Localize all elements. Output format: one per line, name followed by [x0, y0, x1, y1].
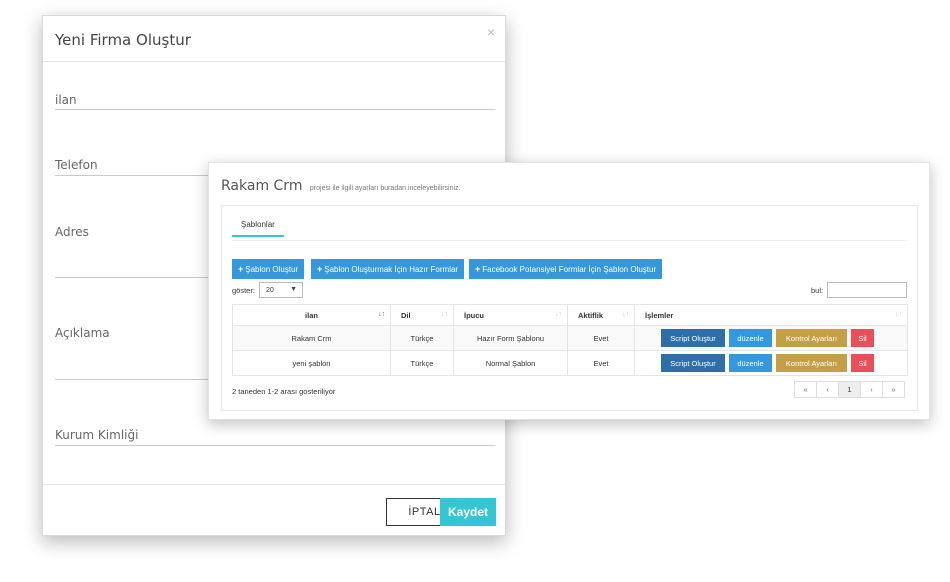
sort-icon: ↓↑	[895, 311, 902, 318]
panel-subtitle: projesi ile ilgili ayarları buradan ince…	[309, 185, 461, 192]
page-size-select[interactable]: 20 ▼	[259, 282, 303, 298]
ready-forms-button[interactable]: + Şablon Oluşturmak İçin Hazır Formlar	[311, 259, 465, 279]
delete-button[interactable]: Sil	[851, 329, 874, 347]
search-input[interactable]	[827, 282, 907, 298]
panel-title: Rakam Crm	[221, 178, 303, 194]
address-field-label: Adres	[55, 225, 89, 239]
tab-divider	[232, 240, 907, 241]
page-size-label: göster:	[232, 286, 255, 295]
column-header-ilan[interactable]: ilan ↓↑	[232, 304, 391, 326]
delete-button[interactable]: Sil	[851, 354, 874, 372]
table-header-row: ilan ↓↑ Dil ↓↑ İpucu ↓↑ Aktiflik ↓↑ İşle…	[232, 304, 908, 326]
search-label: bul:	[811, 286, 824, 295]
column-label: İşlemler	[645, 310, 674, 320]
create-script-button[interactable]: Script Oluştur	[661, 329, 725, 347]
cell-aktiflik: Evet	[567, 350, 635, 376]
description-field-label: Açıklama	[55, 326, 110, 340]
facebook-forms-button[interactable]: + Facebook Potansiyel Formlar İçin Şablo…	[469, 259, 663, 279]
institution-id-field-label: Kurum Kimliği	[55, 428, 139, 442]
first-page-button[interactable]: «	[794, 381, 817, 398]
phone-field-label: Telefon	[55, 158, 98, 172]
save-button[interactable]: Kaydet	[440, 498, 496, 526]
edit-button[interactable]: düzenle	[729, 354, 772, 372]
cell-actions: Script Oluştur düzenle Kontrol Ayarları …	[634, 350, 908, 376]
institution-id-field[interactable]: Kurum Kimliği	[55, 424, 495, 446]
panel-body: Şablonlar + Şablon Oluştur + Şablon Oluş…	[221, 205, 918, 411]
facebook-forms-label: Facebook Potansiyel Formlar İçin Şablon …	[482, 264, 657, 274]
create-template-label: Şablon Oluştur	[245, 264, 299, 274]
page-size-value: 20	[266, 286, 274, 294]
next-page-button[interactable]: ›	[860, 381, 883, 398]
sort-asc-icon: ↓↑	[378, 311, 385, 318]
cell-dil: Türkçe	[390, 325, 454, 351]
templates-panel: Rakam Crm projesi ile ilgili ayarları bu…	[208, 162, 930, 420]
column-header-islemler[interactable]: İşlemler ↓↑	[634, 304, 908, 326]
cell-ilan: yeni şablon	[232, 350, 391, 376]
close-icon[interactable]: ×	[487, 24, 495, 40]
page-1-button[interactable]: 1	[838, 381, 861, 398]
control-settings-button[interactable]: Kontrol Ayarları	[776, 354, 847, 372]
column-header-dil[interactable]: Dil ↓↑	[390, 304, 454, 326]
cell-ilan: Rakam Crm	[232, 325, 391, 351]
create-script-button[interactable]: Script Oluştur	[661, 354, 725, 372]
plus-icon: +	[317, 264, 323, 274]
panel-header: Rakam Crm projesi ile ilgili ayarları bu…	[221, 177, 460, 195]
previous-page-button[interactable]: ‹	[816, 381, 839, 398]
cell-aktiflik: Evet	[567, 325, 635, 351]
table-row: yeni şablon Türkçe Normal Şablon Evet Sc…	[232, 350, 908, 376]
pagination: « ‹ 1 › »	[794, 381, 905, 398]
modal-title: Yeni Firma Oluştur	[55, 31, 191, 49]
cell-ipucu: Hazır Form Şablonu	[453, 325, 568, 351]
edit-button[interactable]: düzenle	[729, 329, 772, 347]
cell-actions: Script Oluştur düzenle Kontrol Ayarları …	[634, 325, 908, 351]
control-settings-button[interactable]: Kontrol Ayarları	[776, 329, 847, 347]
plus-icon: +	[475, 264, 481, 274]
column-label: ilan	[305, 310, 318, 320]
column-label: Dil	[401, 310, 411, 320]
sort-icon: ↓↑	[555, 311, 562, 318]
column-label: İpucu	[464, 310, 484, 320]
table-row: Rakam Crm Türkçe Hazır Form Şablonu Evet…	[232, 325, 908, 351]
ilan-field-label: ilan	[55, 93, 77, 107]
chevron-down-icon: ▼	[290, 286, 297, 293]
cell-dil: Türkçe	[390, 350, 454, 376]
column-header-aktiflik[interactable]: Aktiflik ↓↑	[567, 304, 635, 326]
modal-footer-divider	[43, 484, 505, 485]
tab-templates[interactable]: Şablonlar	[232, 220, 284, 237]
create-template-button[interactable]: + Şablon Oluştur	[232, 259, 305, 279]
plus-icon: +	[238, 264, 244, 274]
column-header-ipucu[interactable]: İpucu ↓↑	[453, 304, 568, 326]
sort-icon: ↓↑	[622, 311, 629, 318]
ready-forms-label: Şablon Oluşturmak İçin Hazır Formlar	[324, 264, 459, 274]
cell-ipucu: Normal Şablon	[453, 350, 568, 376]
table-summary: 2 taneden 1-2 arası gosteriliyor	[232, 387, 336, 396]
ilan-field[interactable]: ilan	[55, 88, 495, 110]
modal-header-divider	[43, 61, 505, 62]
templates-table: ilan ↓↑ Dil ↓↑ İpucu ↓↑ Aktiflik ↓↑ İşle…	[232, 304, 908, 376]
sort-icon: ↓↑	[441, 311, 448, 318]
column-label: Aktiflik	[578, 310, 604, 320]
last-page-button[interactable]: »	[882, 381, 905, 398]
